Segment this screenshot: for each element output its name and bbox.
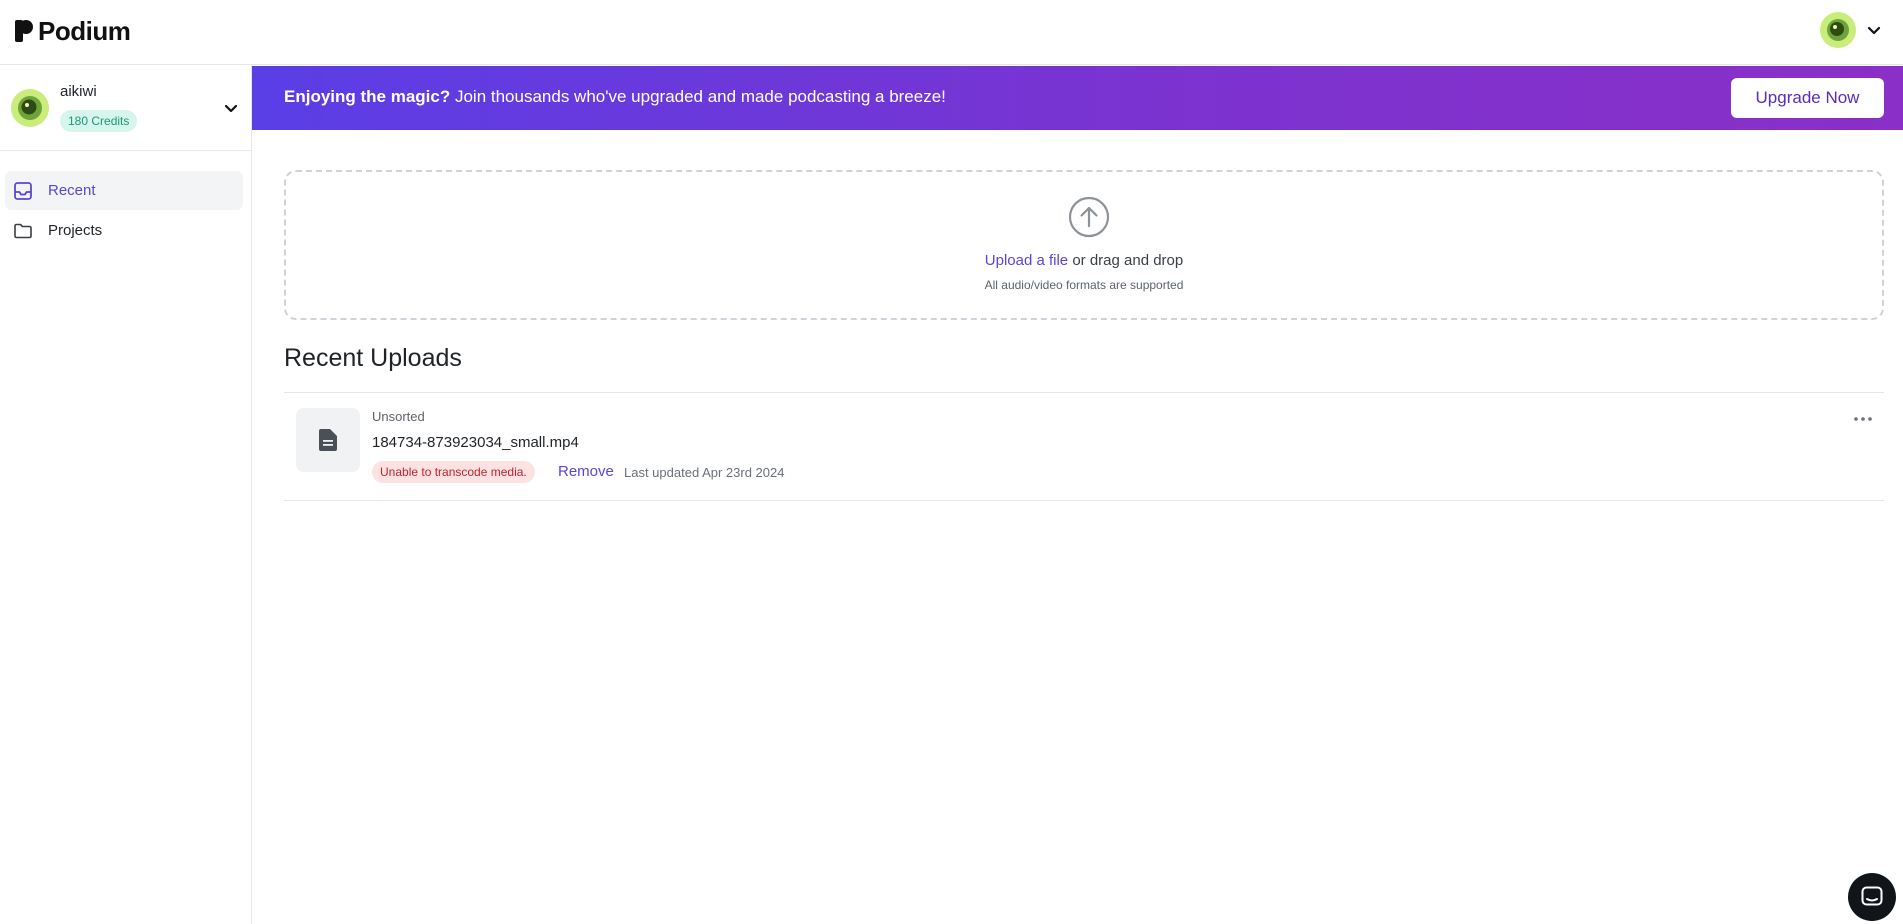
podium-logo-icon	[15, 20, 33, 42]
sidebar: aikiwi 180 Credits Recent Projects	[0, 65, 252, 924]
podium-logo[interactable]: Podium	[14, 15, 131, 46]
sidebar-item-label: Recent	[48, 182, 96, 199]
chevron-down-icon[interactable]	[1866, 22, 1882, 38]
account-avatar	[11, 89, 49, 127]
account-name: aikiwi	[60, 83, 97, 100]
more-options-icon[interactable]	[1850, 409, 1876, 429]
list-item[interactable]: Unsorted 184734-873923034_small.mp4 Unab…	[284, 393, 1884, 500]
upgrade-now-button[interactable]: Upgrade Now	[1731, 78, 1884, 118]
document-icon	[319, 429, 337, 451]
banner-message: Enjoying the magic? Join thousands who'v…	[284, 87, 946, 107]
remove-button[interactable]: Remove	[558, 463, 614, 480]
last-updated-text: Last updated Apr 23rd 2024	[624, 465, 785, 480]
sidebar-item-projects[interactable]: Projects	[5, 211, 243, 250]
upload-rest-text: or drag and drop	[1068, 252, 1184, 269]
recent-uploads-title: Recent Uploads	[284, 344, 462, 372]
credits-badge: 180 Credits	[60, 110, 138, 132]
file-thumbnail	[296, 408, 360, 472]
sidebar-nav: Recent Projects	[5, 171, 243, 251]
divider	[284, 500, 1884, 501]
item-category: Unsorted	[372, 409, 425, 424]
upload-file-link[interactable]: Upload a file	[985, 252, 1068, 269]
upload-prompt: Upload a file or drag and drop	[286, 252, 1882, 269]
folder-icon	[14, 223, 32, 239]
banner-bold: Enjoying the magic?	[284, 87, 451, 106]
inbox-icon	[14, 182, 32, 200]
chat-icon	[1861, 886, 1883, 906]
chat-launcher-button[interactable]	[1848, 873, 1896, 921]
upload-formats-note: All audio/video formats are supported	[984, 278, 1184, 292]
user-avatar[interactable]	[1820, 12, 1856, 48]
top-bar: Podium	[0, 0, 1903, 65]
logo-text: Podium	[38, 15, 131, 46]
status-badge: Unable to transcode media.	[372, 461, 535, 483]
sidebar-item-recent[interactable]: Recent	[5, 171, 243, 210]
banner-body: Join thousands who've upgraded and made …	[450, 87, 946, 106]
upgrade-banner: Enjoying the magic? Join thousands who'v…	[252, 66, 1903, 130]
chevron-down-icon[interactable]	[222, 99, 240, 117]
item-filename[interactable]: 184734-873923034_small.mp4	[372, 434, 579, 451]
upload-arrow-icon	[1068, 196, 1110, 238]
account-switcher[interactable]: aikiwi 180 Credits	[0, 65, 251, 151]
sidebar-item-label: Projects	[48, 222, 103, 239]
upload-dropzone[interactable]: Upload a file or drag and drop All audio…	[284, 170, 1884, 320]
